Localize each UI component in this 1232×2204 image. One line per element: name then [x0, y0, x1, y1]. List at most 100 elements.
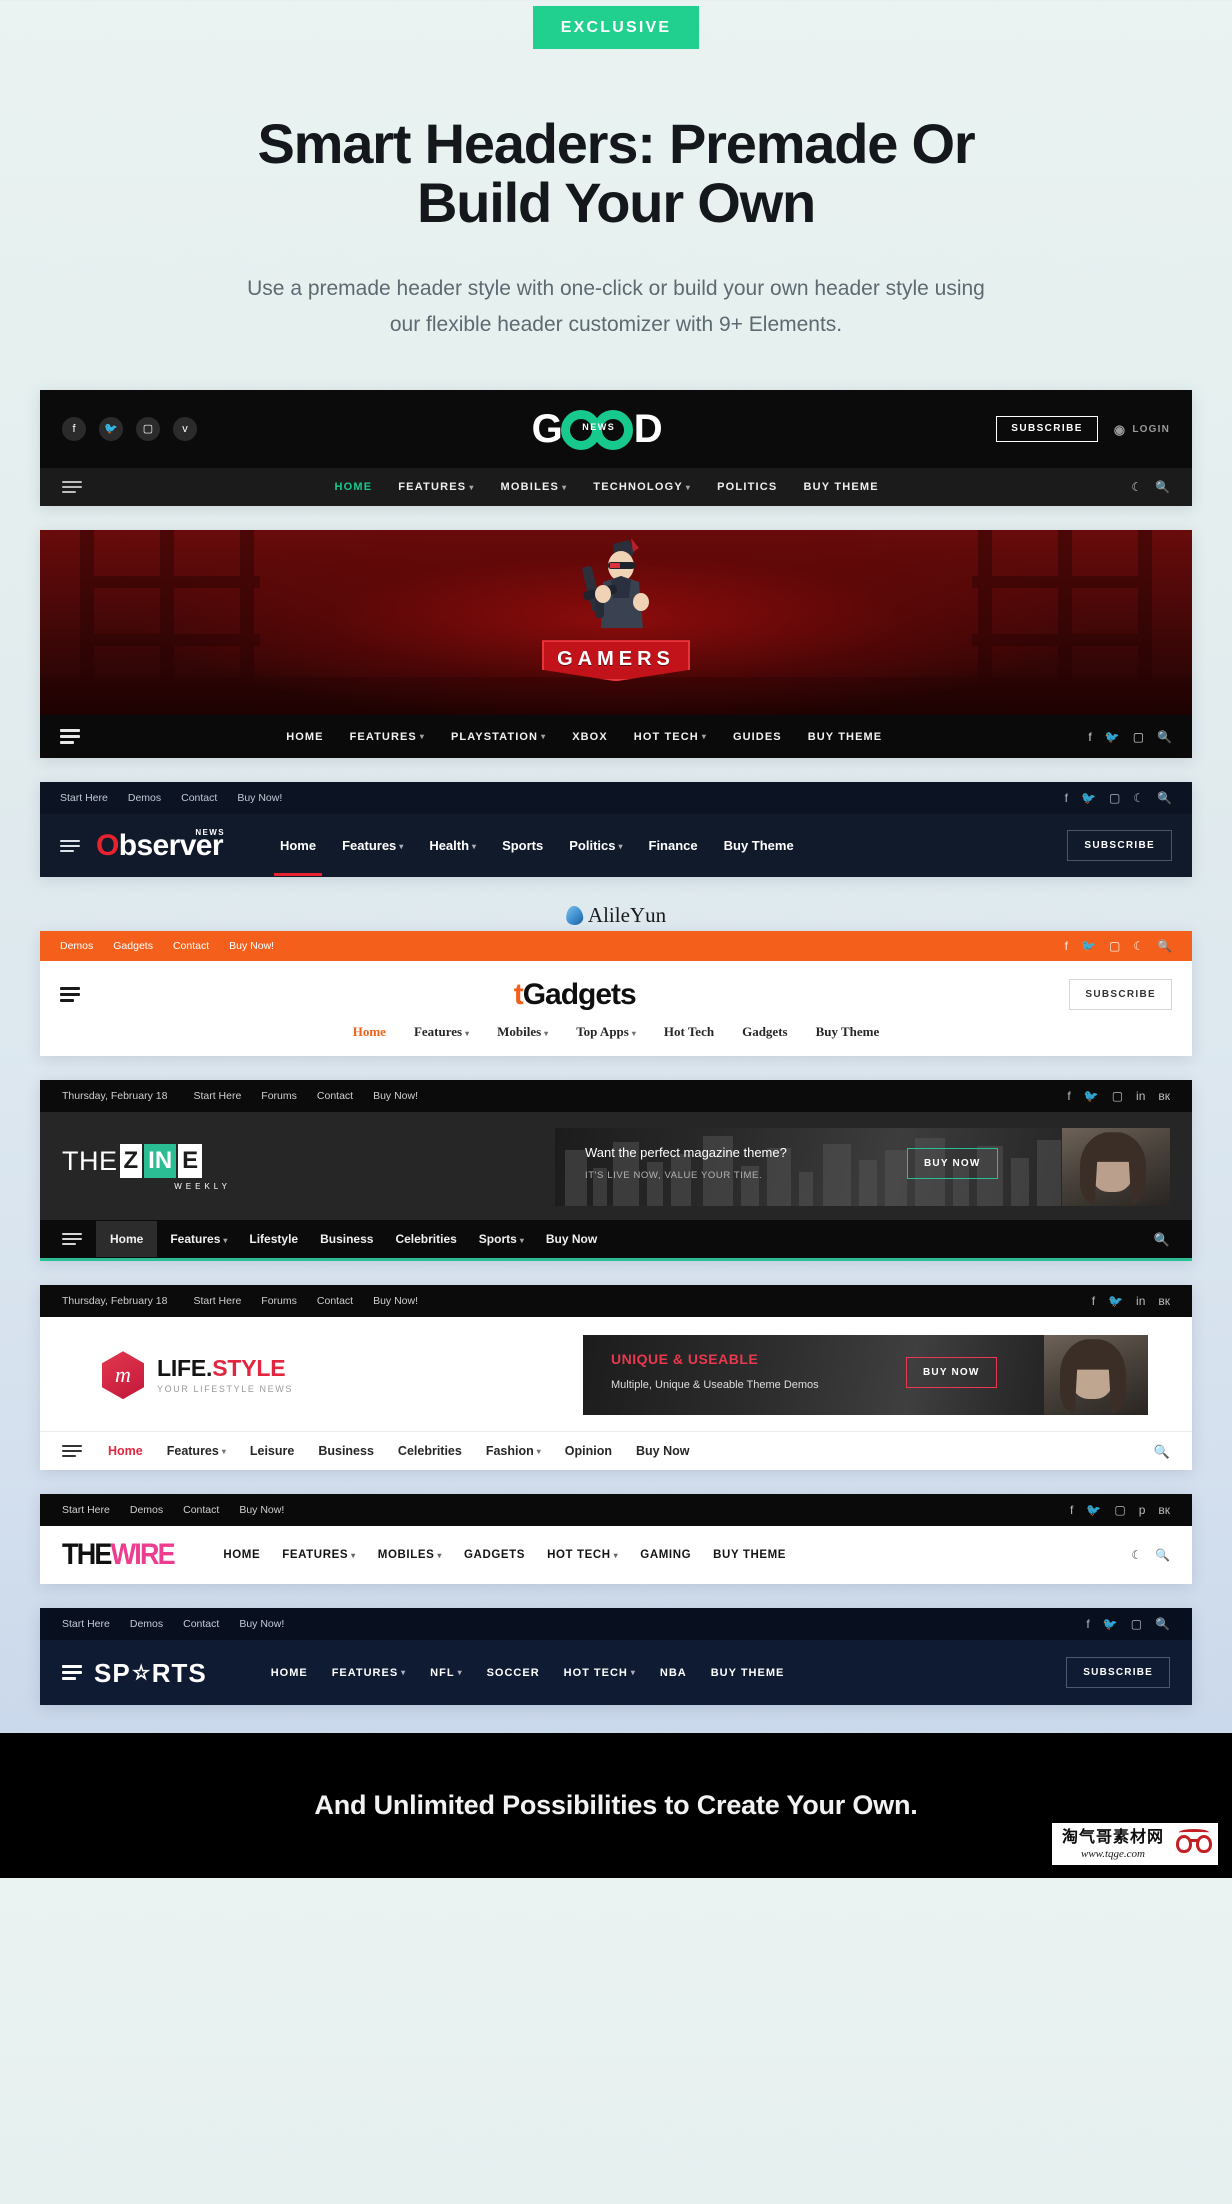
nav-item-buy-theme[interactable]: BUY THEME	[808, 731, 882, 743]
nav-item-features[interactable]: Features ▾	[167, 1444, 226, 1458]
nav-item-guides[interactable]: GUIDES	[733, 731, 782, 743]
instagram-icon[interactable]: ▢	[1112, 1090, 1123, 1102]
menu-icon[interactable]	[60, 987, 80, 1003]
topbar-link-buy-now[interactable]: Buy Now!	[373, 1090, 418, 1102]
nav-item-hot-tech[interactable]: HOT TECH ▾	[634, 731, 707, 743]
topbar-link-contact[interactable]: Contact	[317, 1295, 353, 1307]
nav-item-celebrities[interactable]: Celebrities	[398, 1444, 462, 1458]
nav-item-opinion[interactable]: Opinion	[565, 1444, 612, 1458]
header-preview-zine[interactable]: Thursday, February 18 Start Here Forums …	[40, 1080, 1192, 1262]
header-preview-gadgets[interactable]: Demos Gadgets Contact Buy Now! f 🐦 ▢ ☾ 🔍…	[40, 931, 1192, 1057]
header-preview-sports[interactable]: Start Here Demos Contact Buy Now! f 🐦 ▢ …	[40, 1608, 1192, 1706]
nav-item-sports[interactable]: Sports	[502, 838, 543, 853]
nav-item-home[interactable]: Home	[108, 1444, 143, 1458]
menu-icon[interactable]	[60, 839, 80, 852]
facebook-icon[interactable]: f	[1067, 1090, 1070, 1102]
nav-item-xbox[interactable]: XBOX	[572, 731, 608, 743]
topbar-link-start-here[interactable]: Start Here	[193, 1295, 241, 1307]
nav-item-finance[interactable]: Finance	[649, 838, 698, 853]
nav-item-mobiles[interactable]: MOBILES ▾	[501, 481, 568, 493]
facebook-icon[interactable]: f	[1088, 731, 1091, 743]
nav-item-home[interactable]: Home	[353, 1024, 386, 1040]
nav-item-business[interactable]: Business	[320, 1232, 373, 1246]
topbar-link-contact[interactable]: Contact	[181, 792, 217, 804]
nav-item-mobiles[interactable]: Mobiles ▾	[497, 1024, 548, 1040]
nav-item-top-apps[interactable]: Top Apps ▾	[576, 1024, 636, 1040]
facebook-icon[interactable]: f	[1092, 1295, 1095, 1307]
nav-item-hot-tech[interactable]: HOT TECH ▾	[564, 1667, 636, 1679]
twitter-icon[interactable]: 🐦	[1081, 940, 1096, 952]
good-news-social-links[interactable]: f 🐦 ▢ v	[62, 417, 197, 442]
zine-logo[interactable]: THE Z IN E WEEKLY	[62, 1143, 237, 1191]
header-preview-lifestyle[interactable]: Thursday, February 18 Start Here Forums …	[40, 1285, 1192, 1471]
topbar-link-buy-now[interactable]: Buy Now!	[229, 940, 274, 952]
nav-item-features[interactable]: FEATURES ▾	[398, 481, 474, 493]
topbar-link-contact[interactable]: Contact	[173, 940, 209, 952]
topbar-link-demos[interactable]: Demos	[60, 940, 93, 952]
nav-item-buy-theme[interactable]: Buy Theme	[816, 1024, 880, 1040]
search-icon[interactable]: 🔍	[1157, 792, 1172, 804]
topbar-link-buy-now[interactable]: Buy Now!	[373, 1295, 418, 1307]
nav-item-gadgets[interactable]: Gadgets	[742, 1024, 788, 1040]
subscribe-button[interactable]: SUBSCRIBE	[1066, 1657, 1170, 1689]
header-preview-observer[interactable]: Start Here Demos Contact Buy Now! f 🐦 ▢ …	[40, 782, 1192, 878]
menu-icon[interactable]	[62, 1233, 82, 1246]
search-icon[interactable]: 🔍	[1155, 1618, 1170, 1630]
nav-item-technology[interactable]: TECHNOLOGY ▾	[593, 481, 691, 493]
nav-item-home[interactable]: HOME	[271, 1667, 308, 1679]
nav-item-buy-now[interactable]: Buy Now	[636, 1444, 689, 1458]
nav-item-home[interactable]: Home	[96, 1221, 158, 1258]
gamers-logo[interactable]: GAMERS	[536, 536, 696, 682]
good-news-logo[interactable]: G NEWS D	[532, 408, 663, 451]
topbar-link-contact[interactable]: Contact	[317, 1090, 353, 1102]
menu-icon[interactable]	[62, 1665, 82, 1681]
subscribe-button[interactable]: SUBSCRIBE	[996, 416, 1098, 443]
wire-logo[interactable]: THEWIRE	[62, 1540, 176, 1570]
nav-item-buy-theme[interactable]: BUY THEME	[803, 481, 878, 493]
zine-ad-banner[interactable]: Want the perfect magazine theme? IT'S LI…	[555, 1128, 1170, 1207]
topbar-link-gadgets[interactable]: Gadgets	[113, 940, 153, 952]
topbar-link-contact[interactable]: Contact	[183, 1504, 219, 1516]
twitter-icon[interactable]: 🐦	[1105, 731, 1120, 743]
topbar-link-start-here[interactable]: Start Here	[62, 1618, 110, 1630]
facebook-icon[interactable]: f	[1065, 940, 1068, 952]
vk-icon[interactable]: вк	[1158, 1090, 1170, 1102]
topbar-link-forums[interactable]: Forums	[261, 1295, 297, 1307]
moon-icon[interactable]: ☾	[1131, 1549, 1142, 1561]
nav-item-leisure[interactable]: Leisure	[250, 1444, 294, 1458]
topbar-link-demos[interactable]: Demos	[130, 1618, 163, 1630]
banner-buy-now-button[interactable]: BUY NOW	[906, 1357, 997, 1389]
moon-icon[interactable]: ☾	[1133, 792, 1144, 804]
search-icon[interactable]: 🔍	[1157, 940, 1172, 952]
instagram-icon[interactable]: ▢	[136, 417, 160, 442]
nav-item-features[interactable]: Features ▾	[342, 838, 403, 853]
topbar-link-start-here[interactable]: Start Here	[60, 792, 108, 804]
nav-item-home[interactable]: HOME	[286, 731, 323, 743]
nav-item-buy-theme[interactable]: BUY THEME	[713, 1549, 786, 1561]
header-preview-gamers[interactable]: GAMERS HOME FEATURES ▾ PLAYSTATION ▾ XBOX …	[40, 530, 1192, 759]
nav-item-features[interactable]: Features ▾	[170, 1232, 227, 1246]
vk-icon[interactable]: вк	[1158, 1504, 1170, 1516]
topbar-link-buy-now[interactable]: Buy Now!	[237, 792, 282, 804]
nav-item-buy-now[interactable]: Buy Now	[546, 1232, 597, 1246]
vk-icon[interactable]: вк	[1158, 1295, 1170, 1307]
nav-item-features[interactable]: FEATURES ▾	[332, 1667, 406, 1679]
search-icon[interactable]: 🔍	[1154, 1445, 1170, 1458]
topbar-link-buy-now[interactable]: Buy Now!	[239, 1504, 284, 1516]
search-icon[interactable]: 🔍	[1154, 1233, 1170, 1246]
nav-item-hot-tech[interactable]: HOT TECH ▾	[547, 1549, 618, 1561]
nav-item-gaming[interactable]: GAMING	[640, 1549, 691, 1561]
nav-item-politics[interactable]: Politics ▾	[569, 838, 622, 853]
instagram-icon[interactable]: ▢	[1133, 731, 1144, 743]
nav-item-home[interactable]: Home	[273, 838, 323, 877]
search-icon[interactable]: 🔍	[1157, 731, 1172, 743]
nav-item-buy-theme[interactable]: BUY THEME	[711, 1667, 785, 1679]
moon-icon[interactable]: ☾	[1131, 481, 1142, 493]
instagram-icon[interactable]: ▢	[1109, 940, 1120, 952]
subscribe-button[interactable]: SUBSCRIBE	[1069, 979, 1173, 1011]
nav-item-hot-tech[interactable]: Hot Tech	[664, 1024, 714, 1040]
nav-item-features[interactable]: FEATURES ▾	[350, 731, 425, 743]
nav-item-features[interactable]: Features ▾	[414, 1024, 469, 1040]
moon-icon[interactable]: ☾	[1133, 940, 1144, 952]
lifestyle-logo[interactable]: m LIFE.STYLE YOUR LIFESTYLE NEWS	[102, 1351, 293, 1400]
